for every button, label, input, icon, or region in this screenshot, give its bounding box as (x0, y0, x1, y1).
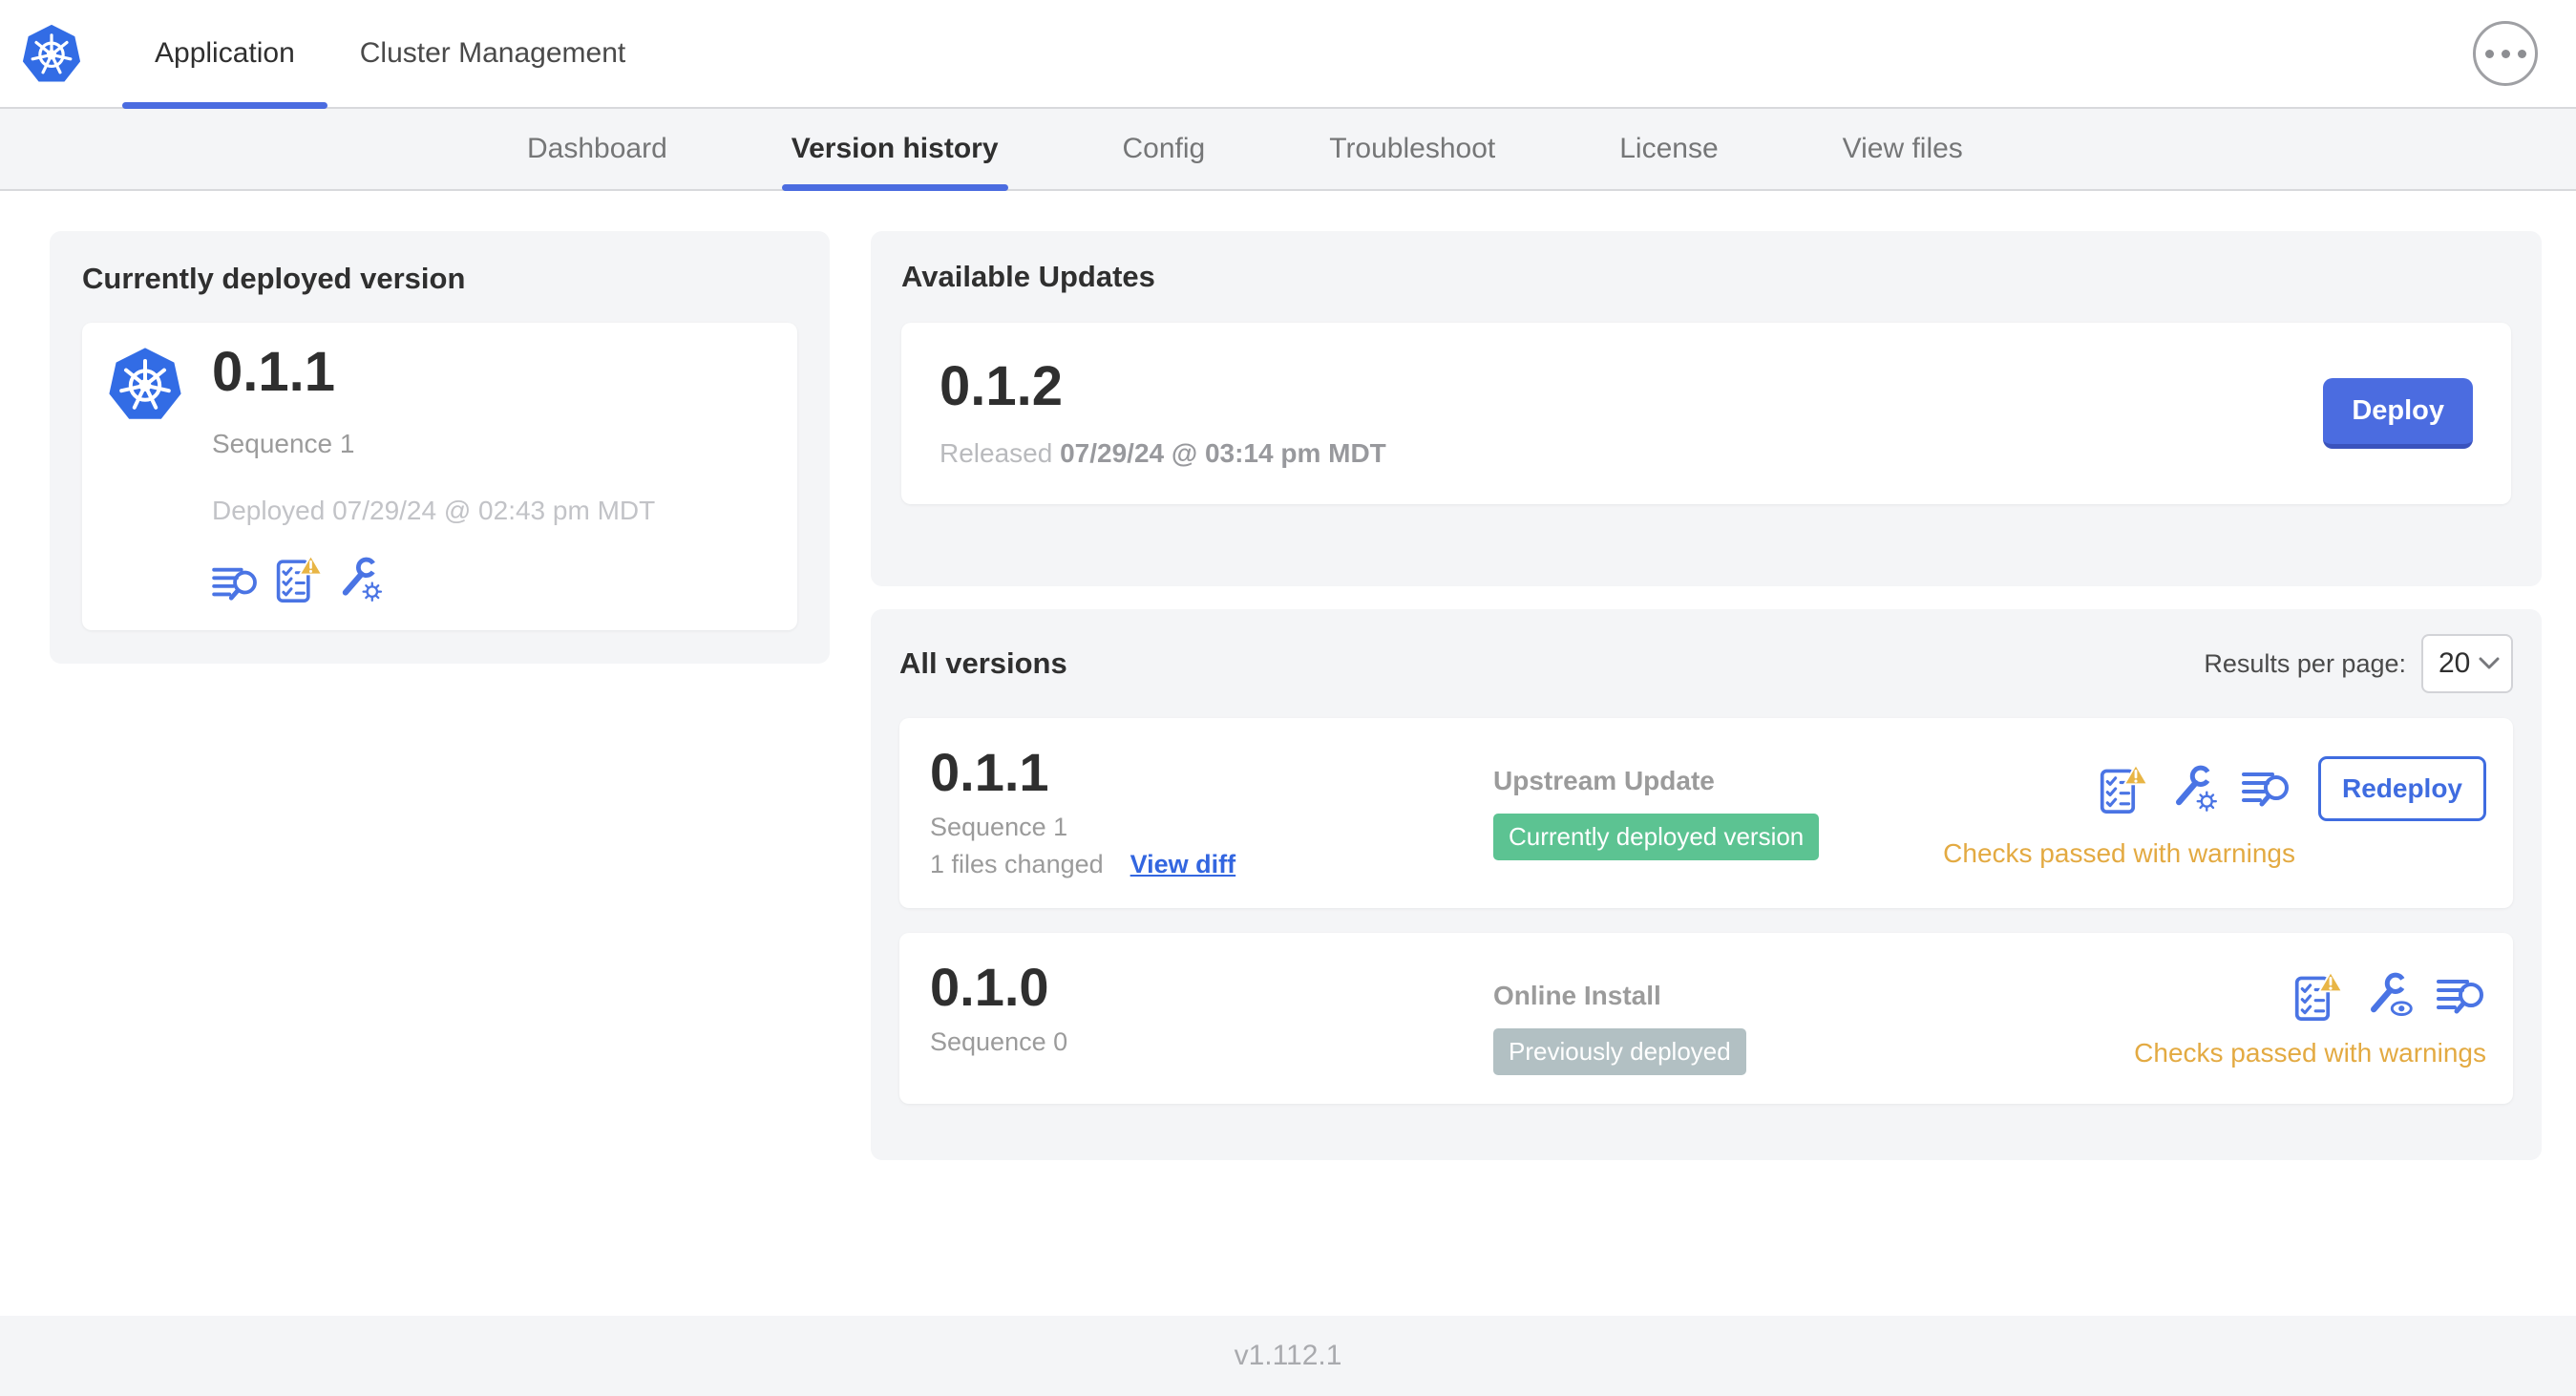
results-per-page-value: 20 (2439, 647, 2471, 679)
version-source: Upstream Update (1493, 766, 1715, 795)
deployed-timestamp: Deployed 07/29/24 @ 02:43 pm MDT (212, 495, 656, 525)
view-diff-link[interactable]: View diff (1130, 850, 1236, 879)
currently-deployed-card: 0.1.1 Sequence 1 Deployed 07/29/24 @ 02:… (82, 323, 797, 630)
tab-troubleshoot[interactable]: Troubleshoot (1329, 109, 1495, 189)
config-wrench-gear-icon[interactable] (2171, 765, 2219, 813)
release-notes-icon[interactable] (212, 564, 260, 603)
main-content: Currently deployed version 0.1.1 Sequenc… (0, 191, 2576, 1316)
tab-cluster-management-label: Cluster Management (359, 37, 626, 69)
update-version-number: 0.1.2 (940, 354, 1063, 417)
tab-license[interactable]: License (1619, 109, 1718, 189)
preflight-checks-warning-icon[interactable] (2293, 970, 2343, 1021)
preflight-checks-warning-icon[interactable] (2099, 764, 2148, 814)
currently-deployed-panel: Currently deployed version 0.1.1 Sequenc… (50, 231, 830, 664)
row-sequence: Sequence 1 (930, 812, 1068, 841)
console-version: v1.112.1 (1234, 1340, 1342, 1371)
files-changed-text: 1 files changed (930, 849, 1104, 878)
preflight-status-text: Checks passed with warnings (1943, 838, 2295, 868)
deployed-version-number: 0.1.1 (212, 341, 335, 403)
preflight-checks-warning-icon[interactable] (275, 554, 323, 603)
app-subnav: Dashboard Version history Config Trouble… (0, 109, 2576, 191)
status-badge: Currently deployed version (1493, 814, 1820, 860)
tab-view-files[interactable]: View files (1843, 109, 1963, 189)
tab-config[interactable]: Config (1123, 109, 1206, 189)
admin-console: Application Cluster Management Dashboard… (0, 0, 2576, 1396)
preflight-status-text: Checks passed with warnings (2134, 1037, 2486, 1068)
available-updates-panel: Available Updates 0.1.2 Released 07/29/2… (871, 231, 2542, 586)
released-timestamp: 07/29/24 @ 03:14 pm MDT (1060, 438, 1386, 469)
app-footer: v1.112.1 (0, 1316, 2576, 1396)
app-header: Application Cluster Management (0, 0, 2576, 109)
released-label: Released (940, 438, 1053, 469)
status-badge: Previously deployed (1493, 1027, 1746, 1075)
row-version-number: 0.1.0 (930, 956, 1049, 1017)
available-update-card: 0.1.2 Released 07/29/24 @ 03:14 pm MDT D… (901, 323, 2511, 504)
release-notes-icon[interactable] (2242, 769, 2291, 809)
release-notes-icon[interactable] (2437, 976, 2486, 1016)
deployed-sequence: Sequence 1 (212, 428, 355, 458)
version-row-0-1-1: 0.1.1 Sequence 1 1 files changed View di… (899, 718, 2513, 908)
row-sequence: Sequence 0 (930, 1026, 1068, 1056)
version-row-0-1-0: 0.1.0 Sequence 0 Online Install Previous… (899, 932, 2513, 1104)
tab-cluster-management[interactable]: Cluster Management (327, 0, 658, 107)
active-subnav-underline (781, 184, 1008, 191)
tab-dashboard[interactable]: Dashboard (527, 109, 667, 189)
redeploy-button[interactable]: Redeploy (2317, 756, 2486, 821)
tab-application-label: Application (155, 37, 295, 69)
kubernetes-app-icon (107, 344, 183, 429)
active-tab-underline (122, 102, 327, 109)
results-per-page-select[interactable]: 20 (2421, 634, 2513, 693)
version-source: Online Install (1493, 980, 1661, 1010)
all-versions-panel: All versions Results per page: 20 0.1.1 … (871, 609, 2542, 1160)
available-updates-title: Available Updates (901, 260, 1155, 293)
config-wrench-eye-icon[interactable] (2366, 972, 2414, 1020)
row-version-number: 0.1.1 (930, 742, 1049, 802)
tab-application[interactable]: Application (122, 0, 327, 109)
overflow-menu-button[interactable] (2473, 21, 2538, 86)
kubernetes-logo (21, 0, 82, 107)
top-nav: Application Cluster Management (122, 0, 658, 109)
currently-deployed-title: Currently deployed version (82, 262, 466, 295)
all-versions-title: All versions (899, 646, 1067, 680)
config-wrench-gear-icon[interactable] (338, 557, 384, 603)
results-per-page-label: Results per page: (2204, 648, 2406, 678)
ellipsis-icon (2484, 49, 2494, 58)
tab-version-history[interactable]: Version history (781, 109, 1008, 191)
chevron-down-icon (2479, 657, 2500, 669)
deploy-button[interactable]: Deploy (2323, 378, 2473, 449)
